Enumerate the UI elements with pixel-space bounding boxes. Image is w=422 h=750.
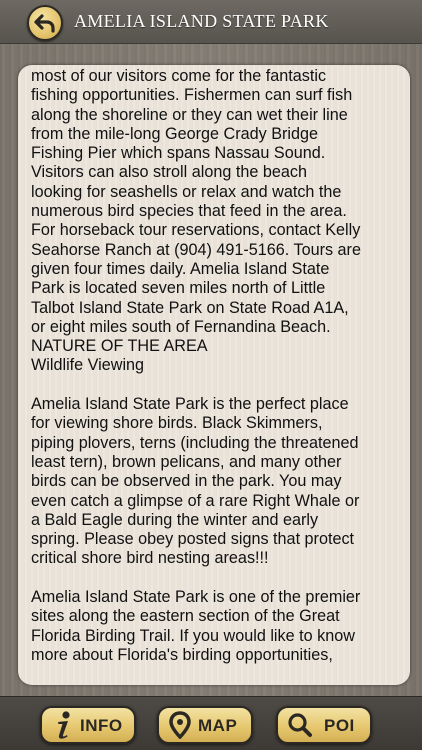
info-label: INFO — [80, 716, 123, 735]
bottom-tab-bar: INFO MAP POI — [0, 696, 422, 750]
description-text: most of our visitors come for the fantas… — [31, 67, 361, 664]
back-arrow-icon — [34, 14, 55, 33]
page-title: AMELIA ISLAND STATE PARK — [74, 11, 329, 31]
search-icon — [288, 713, 312, 737]
info-icon — [58, 711, 70, 739]
header-bar: AMELIA ISLAND STATE PARK — [0, 0, 422, 44]
content-panel[interactable]: most of our visitors come for the fantas… — [18, 65, 410, 685]
map-button[interactable]: MAP — [157, 706, 253, 744]
back-button[interactable] — [27, 5, 63, 41]
poi-label: POI — [324, 716, 355, 735]
poi-button[interactable]: POI — [276, 706, 372, 744]
info-button[interactable]: INFO — [40, 706, 136, 744]
map-label: MAP — [198, 716, 238, 735]
map-pin-icon — [169, 711, 191, 739]
